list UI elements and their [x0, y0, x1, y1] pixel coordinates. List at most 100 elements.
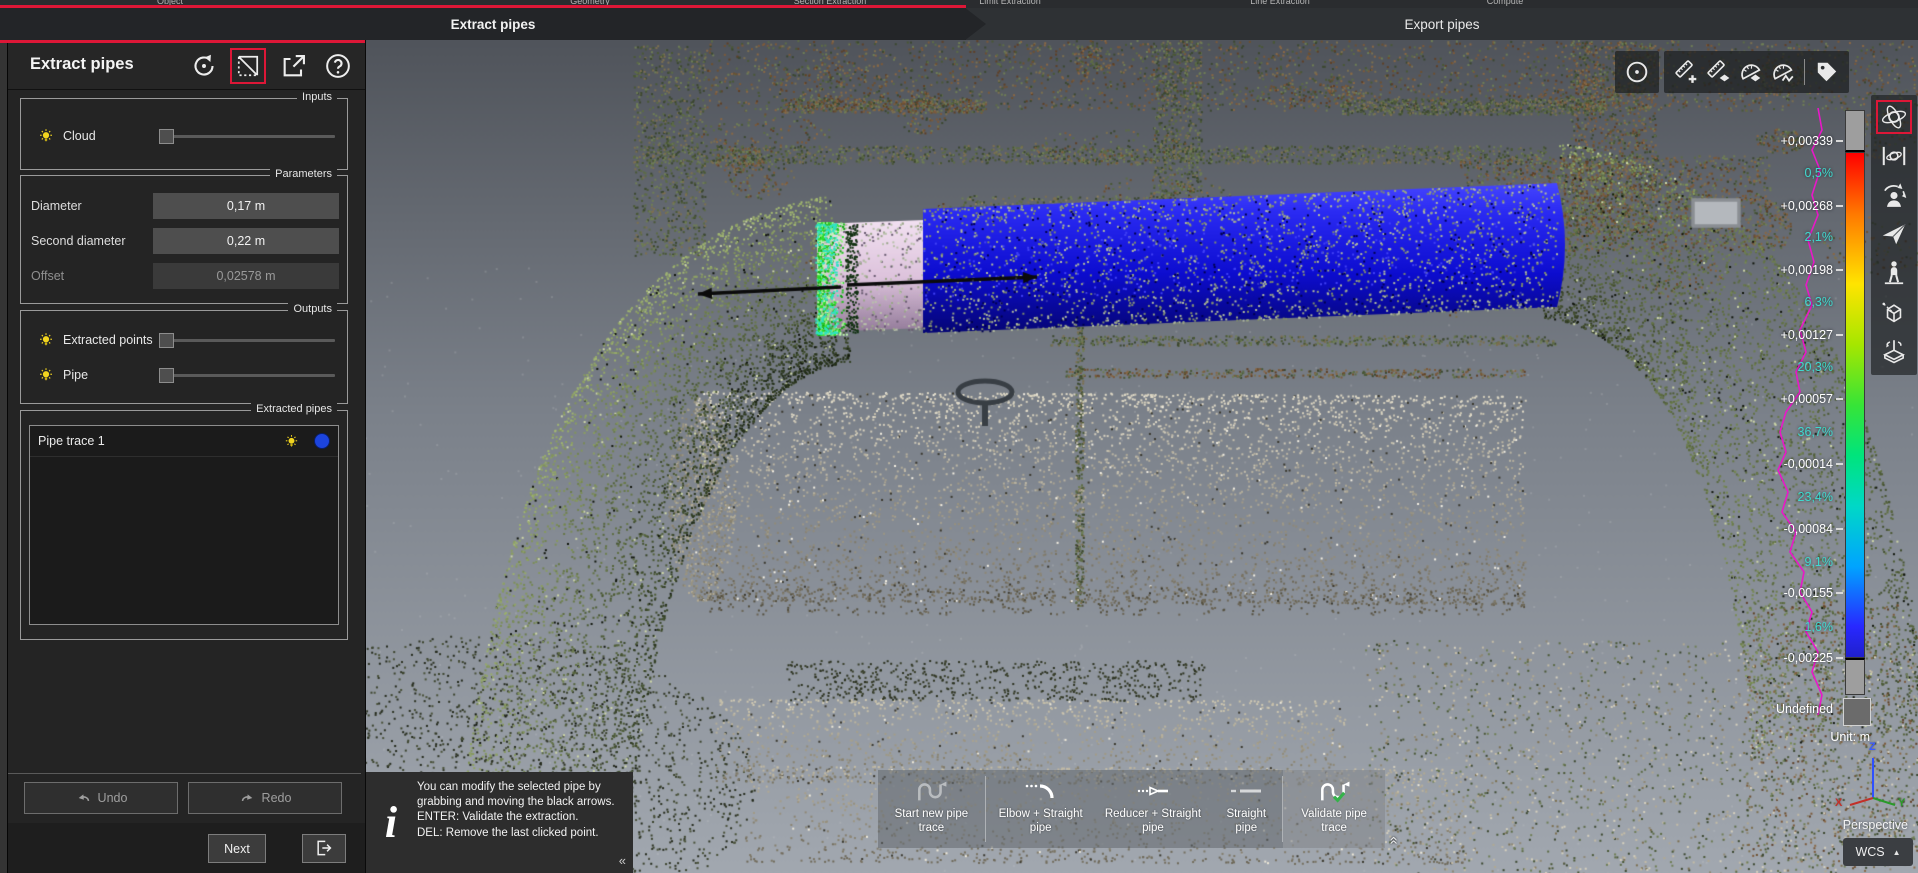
parameter-row: Diameter0,17 m [21, 192, 347, 219]
slider-handle[interactable] [159, 368, 174, 383]
look-around-icon[interactable] [1876, 178, 1912, 212]
bulb-icon[interactable] [283, 433, 300, 450]
exit-step-button[interactable] [302, 834, 346, 863]
tool-label: Straight pipe [1216, 807, 1276, 836]
validate-pipe-button[interactable]: Validate pipe trace [1283, 770, 1385, 848]
extract-pipes-panel: Extract pipes Inputs Cloud Parameters Di… [0, 40, 366, 873]
axis-triad: Z X Y [1825, 735, 1918, 815]
parameter-label: Offset [31, 269, 153, 283]
ruler-erase-icon[interactable] [1702, 56, 1734, 88]
fly-icon[interactable] [1876, 217, 1912, 251]
workflow-step[interactable]: Compute [1487, 0, 1524, 6]
validate-pipe-icon [1317, 778, 1351, 804]
active-step-underline [0, 5, 966, 8]
output-row: Extracted points [21, 327, 347, 353]
next-button[interactable]: Next [208, 834, 266, 863]
coordinate-system-dropdown[interactable]: WCS ▲ [1843, 838, 1913, 866]
redo-icon [239, 790, 256, 807]
tag-icon[interactable] [1811, 56, 1843, 88]
parameter-label: Second diameter [31, 234, 153, 248]
opacity-slider[interactable] [159, 333, 335, 347]
inputs-group: Inputs Cloud [20, 98, 348, 170]
slider-handle[interactable] [159, 333, 174, 348]
reducer-straight-button[interactable]: Reducer + Straight pipe [1096, 770, 1211, 848]
pipe-trace-button[interactable]: Start new pipe trace [878, 770, 985, 848]
toolbar-collapse-chevron-icon[interactable]: » [1385, 836, 1402, 844]
undefined-label: Undefined [1776, 702, 1833, 716]
exit-icon [314, 846, 334, 861]
panel-edge [0, 40, 8, 873]
color-scale-top-cap [1845, 110, 1865, 152]
constrained-orbit-icon[interactable] [1876, 139, 1912, 173]
orbit-icon[interactable] [1876, 100, 1912, 134]
scale-tick [1836, 205, 1843, 207]
scale-percent-label: 1,6% [1723, 620, 1833, 634]
tab-extract-pipes[interactable]: Extract pipes [0, 8, 986, 40]
viewport-3d[interactable]: +0,003390,5%+0,002682,1%+0,001986,3%+0,0… [365, 40, 1918, 873]
parameter-value-field[interactable]: 0,17 m [153, 193, 339, 219]
slider-handle[interactable] [159, 129, 174, 144]
color-scale-bottom-cap [1845, 658, 1865, 695]
selection-rectangle-button[interactable] [230, 48, 266, 84]
inputs-legend: Inputs [297, 91, 337, 103]
target-point-icon[interactable] [1621, 56, 1653, 88]
redo-button[interactable]: Redo [188, 782, 342, 814]
undo-button[interactable]: Undo [24, 782, 178, 814]
pipe-trace-item[interactable]: Pipe trace 1 [30, 426, 338, 457]
scale-value-label: -0,00155 [1723, 586, 1833, 600]
bulb-icon[interactable] [37, 127, 55, 145]
walk-icon[interactable] [1876, 256, 1912, 290]
examine-box-icon[interactable] [1876, 295, 1912, 329]
outputs-legend: Outputs [288, 303, 337, 315]
panel-title: Extract pipes [30, 55, 134, 74]
tab-export-pipes[interactable]: Export pipes [966, 8, 1918, 40]
outputs-group: Outputs Extracted pointsPipe [20, 310, 348, 404]
extracted-pipes-legend: Extracted pipes [251, 403, 337, 415]
scale-tick [1836, 398, 1843, 400]
scale-value-label: -0,00014 [1723, 457, 1833, 471]
projection-label: Perspective [1843, 818, 1908, 832]
scale-value-label: +0,00339 [1723, 134, 1833, 148]
undefined-color-swatch[interactable] [1843, 698, 1871, 726]
scale-value-label: -0,00225 [1723, 651, 1833, 665]
undefined-row: Undefined [1695, 698, 1909, 724]
help-button[interactable] [320, 48, 356, 84]
export-window-button[interactable] [276, 48, 312, 84]
straight-pipe-icon [1229, 778, 1263, 804]
axis-y-label: Y [1898, 797, 1905, 809]
bulb-icon[interactable] [37, 331, 55, 349]
opacity-slider[interactable] [159, 129, 335, 143]
workflow-step[interactable]: Line Extraction [1250, 0, 1310, 6]
elbow-straight-icon [1024, 778, 1058, 804]
reset-button[interactable] [186, 48, 222, 84]
scale-percent-label: 6,3% [1723, 295, 1833, 309]
protractor-line-icon[interactable] [1766, 56, 1798, 88]
scale-value-label: -0,00084 [1723, 522, 1833, 536]
tool-label: Validate pipe trace [1289, 807, 1379, 836]
undo-icon [75, 790, 92, 807]
ruler-add-icon[interactable] [1670, 56, 1702, 88]
redo-label: Redo [262, 791, 292, 805]
bulb-icon[interactable] [37, 366, 55, 384]
tool-label: Elbow + Straight pipe [992, 807, 1090, 836]
panel-header: Extract pipes [8, 43, 365, 90]
elbow-straight-button[interactable]: Elbow + Straight pipe [986, 770, 1096, 848]
reducer-straight-icon [1136, 778, 1170, 804]
application-window: ObjectGeometrySection ExtractionLimit Ex… [0, 0, 1918, 873]
workflow-step[interactable]: Limit Extraction [979, 0, 1041, 6]
opacity-slider[interactable] [159, 368, 335, 382]
parameter-label: Diameter [31, 199, 153, 213]
color-scale-gradient[interactable] [1845, 152, 1865, 658]
parameters-group: Parameters Diameter0,17 mSecond diameter… [20, 175, 348, 304]
info-collapse-icon[interactable]: « [619, 853, 626, 868]
point-cloud-scene[interactable] [365, 40, 1918, 873]
pipe-color-swatch[interactable] [314, 433, 330, 449]
protractor-erase-icon[interactable] [1734, 56, 1766, 88]
caret-up-icon: ▲ [1893, 848, 1901, 857]
input-row-label: Cloud [63, 129, 159, 143]
tool-label: Reducer + Straight pipe [1102, 807, 1205, 836]
tab-extract-pipes-label: Extract pipes [451, 17, 536, 32]
straight-pipe-button[interactable]: Straight pipe [1210, 770, 1282, 848]
turntable-icon[interactable] [1876, 334, 1912, 368]
parameter-value-field[interactable]: 0,22 m [153, 228, 339, 254]
